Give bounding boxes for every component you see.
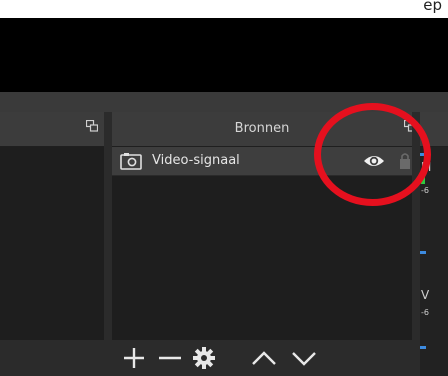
audio-mixer-dock: M -6 V -6 (420, 112, 448, 376)
mixer-dock-header (420, 112, 448, 147)
chevron-up-icon[interactable] (250, 344, 278, 372)
scenes-dock-header (0, 112, 104, 147)
sources-dock: Bronnen Video-signaal (112, 112, 416, 376)
dock-gap (104, 112, 112, 376)
lock-icon[interactable] (400, 153, 410, 169)
minus-icon[interactable] (156, 344, 184, 372)
scenes-dock (0, 112, 104, 376)
mixer-divider (420, 251, 426, 254)
sources-dock-title: Bronnen (234, 121, 290, 136)
sources-list[interactable]: Video-signaal (112, 147, 412, 340)
mixer-level: -6 (421, 186, 429, 195)
dock-gap (412, 112, 420, 376)
scenes-list[interactable] (0, 147, 104, 340)
caption-text: ep (423, 0, 442, 14)
dock-splitter[interactable] (0, 92, 448, 113)
gear-icon[interactable] (190, 344, 218, 372)
mixer-level: -6 (421, 308, 429, 317)
source-item[interactable]: Video-signaal (112, 147, 412, 176)
volume-meter (421, 176, 425, 184)
chevron-down-icon[interactable] (290, 344, 318, 372)
plus-icon[interactable] (120, 344, 148, 372)
eye-icon[interactable] (363, 153, 385, 169)
mixer-divider (420, 346, 426, 349)
mixer-label: M (421, 160, 432, 174)
float-window-icon[interactable] (86, 120, 98, 132)
mixer-label: V (421, 288, 430, 302)
mixer-divider (420, 153, 426, 156)
camera-icon (120, 153, 142, 170)
sources-dock-header: Bronnen (112, 112, 416, 147)
source-item-label: Video-signaal (152, 153, 240, 168)
sources-footer (112, 340, 412, 376)
scenes-footer (0, 340, 104, 376)
preview-area (0, 18, 448, 92)
